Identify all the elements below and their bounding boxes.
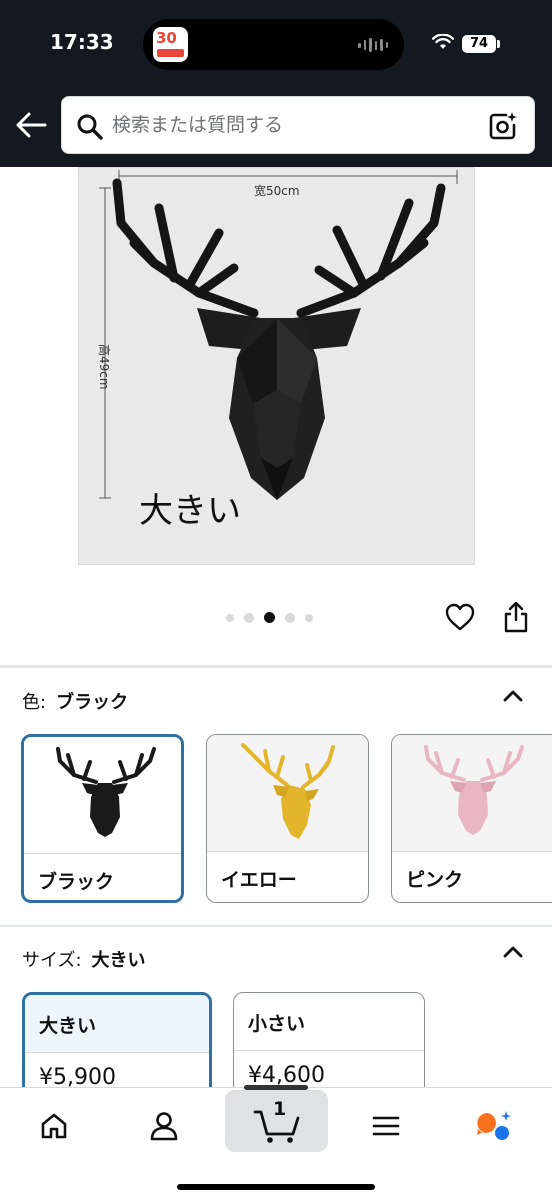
swatch-image bbox=[392, 735, 552, 851]
account-icon bbox=[150, 1112, 178, 1141]
swatch-label: イエロー bbox=[221, 869, 297, 891]
carousel-dot[interactable] bbox=[244, 612, 254, 623]
color-swatch-pink[interactable]: ピンク bbox=[391, 734, 552, 903]
swatch-divider bbox=[207, 851, 368, 852]
swatch-image bbox=[24, 737, 181, 853]
tab-menu[interactable] bbox=[356, 1100, 416, 1152]
bottom-tab-bar: 1 bbox=[0, 1085, 552, 1200]
tab-rufus[interactable] bbox=[464, 1100, 524, 1152]
color-swatch-yellow[interactable]: イエロー bbox=[206, 734, 369, 903]
menu-icon bbox=[372, 1116, 400, 1136]
image-size-text: 大きい bbox=[139, 491, 241, 531]
section-divider bbox=[0, 925, 552, 927]
width-dimension-label: 宽50cm bbox=[254, 184, 300, 198]
color-option-selected: ブラック bbox=[56, 692, 129, 713]
top-header: 17:33 30 74 bbox=[0, 0, 552, 167]
island-app-icon: 30 bbox=[153, 27, 188, 62]
size-option-selected: 大きい bbox=[91, 950, 146, 971]
carousel-dot[interactable] bbox=[226, 613, 234, 622]
battery-indicator: 74 bbox=[462, 35, 496, 53]
camera-search-icon[interactable] bbox=[488, 111, 518, 141]
size-card-divider bbox=[234, 1050, 424, 1051]
battery-tip bbox=[497, 40, 500, 48]
chevron-up-icon[interactable] bbox=[502, 688, 524, 702]
carousel-dot[interactable] bbox=[285, 612, 295, 623]
island-app-bar bbox=[157, 49, 184, 57]
chevron-up-icon[interactable] bbox=[502, 944, 524, 958]
swatch-label: ピンク bbox=[406, 869, 464, 891]
island-app-badge: 30 bbox=[156, 29, 177, 47]
size-name: 大きい bbox=[25, 995, 209, 1052]
search-bar[interactable] bbox=[61, 96, 535, 154]
search-input[interactable] bbox=[112, 97, 472, 153]
rufus-icon bbox=[477, 1111, 511, 1140]
swatch-image bbox=[207, 735, 368, 851]
color-swatch-black[interactable]: ブラック bbox=[21, 734, 184, 903]
yellow-deer-thumbnail bbox=[241, 743, 335, 839]
swatch-divider bbox=[24, 853, 181, 854]
home-icon bbox=[41, 1113, 67, 1139]
color-option-label: 色: bbox=[22, 692, 47, 713]
size-option-label: サイズ: bbox=[22, 950, 82, 971]
back-arrow-icon[interactable] bbox=[14, 110, 48, 140]
cart-count: 1 bbox=[273, 1098, 287, 1120]
wifi-icon bbox=[432, 34, 454, 49]
size-card-divider bbox=[25, 1052, 209, 1053]
swatch-divider bbox=[392, 851, 552, 852]
carousel-dots[interactable] bbox=[226, 612, 313, 623]
share-icon[interactable] bbox=[503, 600, 529, 634]
tab-cart[interactable]: 1 bbox=[225, 1090, 328, 1152]
size-card-large[interactable]: 大きい ¥5,900 bbox=[22, 992, 212, 1102]
color-option-header[interactable]: 色: ブラック bbox=[22, 688, 128, 714]
heart-icon[interactable] bbox=[445, 603, 475, 631]
product-image[interactable]: 宽50cm 高49cm 大きい bbox=[78, 167, 475, 565]
status-time: 17:33 bbox=[50, 30, 114, 54]
height-dimension-label: 高49cm bbox=[97, 344, 111, 390]
tab-home[interactable] bbox=[24, 1100, 84, 1152]
section-divider bbox=[0, 665, 552, 668]
size-name: 小さい bbox=[248, 1013, 306, 1035]
pink-deer-thumbnail bbox=[424, 745, 524, 835]
carousel-dot[interactable] bbox=[305, 613, 313, 622]
search-icon[interactable] bbox=[76, 113, 104, 141]
carousel-dot-active[interactable] bbox=[264, 612, 275, 623]
home-indicator bbox=[177, 1184, 375, 1190]
swatch-label: ブラック bbox=[38, 871, 115, 893]
black-deer-thumbnail bbox=[56, 747, 156, 837]
size-option-header[interactable]: サイズ: 大きい bbox=[22, 946, 146, 972]
dynamic-island[interactable]: 30 bbox=[143, 19, 404, 70]
tab-account[interactable] bbox=[134, 1100, 194, 1152]
audio-wave-icon bbox=[358, 38, 388, 52]
